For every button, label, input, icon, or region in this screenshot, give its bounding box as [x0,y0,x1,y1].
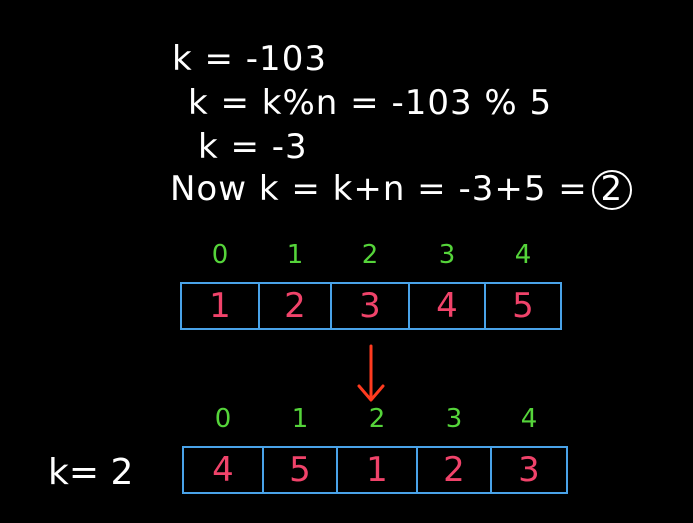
array-after: 0 4 1 5 2 1 3 2 4 3 [182,404,568,494]
cell-index: 0 [214,404,232,434]
k-value-label: k= 2 [48,452,134,493]
cell-value: 1 [366,450,388,490]
cell-index: 3 [438,240,456,270]
array-before-cell: 1 2 [258,240,330,330]
cell-value: 2 [443,450,465,490]
note-line-3: k = -3 [198,127,308,167]
array-before-cell: 4 5 [484,240,562,330]
note-line-2: k = k%n = -103 % 5 [188,83,553,123]
cell-index: 0 [211,240,229,270]
array-after-cell: 4 3 [490,404,568,494]
cell-index: 2 [361,240,379,270]
whiteboard-canvas: k = -103 k = k%n = -103 % 5 k = -3 Now k… [0,0,693,523]
cell-index: 1 [286,240,304,270]
cell-index: 2 [368,404,386,434]
array-before-cell: 0 1 [180,240,258,330]
cell-index: 4 [520,404,538,434]
array-after-cell: 2 1 [336,404,416,494]
cell-value: 2 [284,286,306,326]
array-before: 0 1 1 2 2 3 3 4 4 5 [180,240,562,330]
note-line-4: Now k = k+n = -3+5 = 2 [170,170,632,210]
array-before-cell: 2 3 [330,240,408,330]
note-line-1: k = -103 [172,39,327,79]
array-before-cell: 3 4 [408,240,484,330]
cell-index: 4 [514,240,532,270]
array-after-cell: 3 2 [416,404,490,494]
array-after-cell: 0 4 [182,404,262,494]
cell-value: 4 [436,286,458,326]
down-arrow-icon [357,344,385,402]
note-line-4-text: Now k = k+n = -3+5 = [170,169,588,209]
cell-index: 1 [291,404,309,434]
cell-value: 5 [512,286,534,326]
cell-value: 3 [359,286,381,326]
circled-result: 2 [591,170,632,210]
array-after-cell: 1 5 [262,404,336,494]
cell-index: 3 [445,404,463,434]
cell-value: 5 [289,450,311,490]
cell-value: 1 [209,286,231,326]
cell-value: 4 [212,450,234,490]
cell-value: 3 [518,450,540,490]
